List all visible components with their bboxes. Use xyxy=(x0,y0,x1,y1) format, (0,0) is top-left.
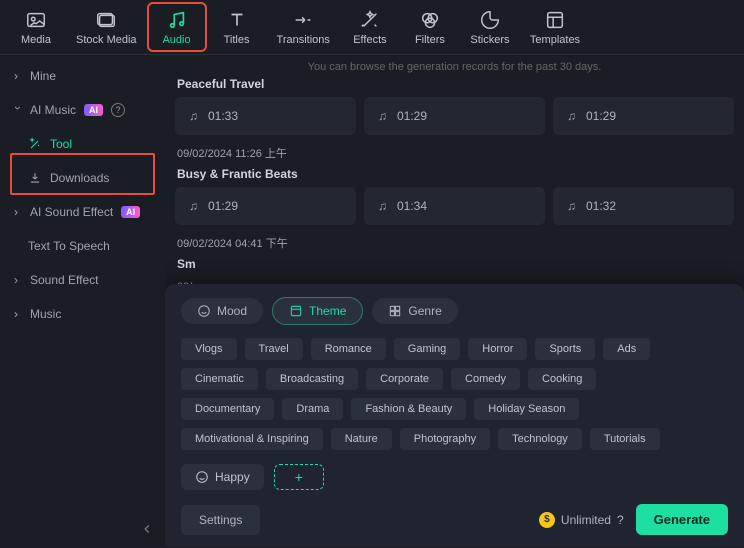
nav-audio[interactable]: Audio xyxy=(149,4,205,50)
chip-ads[interactable]: Ads xyxy=(603,338,650,360)
help-icon[interactable]: ? xyxy=(111,103,125,117)
chip-cinematic[interactable]: Cinematic xyxy=(181,368,258,390)
timestamp: 09/02/2024 11:26 上午 xyxy=(177,145,734,161)
nav-filters[interactable]: Filters xyxy=(402,4,458,50)
sidebar-music[interactable]: Music xyxy=(0,297,165,331)
music-note-icon: ♫ xyxy=(189,199,198,213)
nav-effects[interactable]: Effects xyxy=(342,4,398,50)
genre-icon xyxy=(388,304,402,318)
track-card[interactable]: ♫01:32 xyxy=(553,187,734,225)
track-card[interactable]: ♫01:29 xyxy=(175,187,356,225)
track-row: ♫01:29 ♫01:34 ♫01:32 xyxy=(175,187,734,225)
mood-icon xyxy=(197,304,211,318)
ai-badge-icon: AI xyxy=(121,206,140,218)
content-area: You can browse the generation records fo… xyxy=(165,55,744,547)
chip-corporate[interactable]: Corporate xyxy=(366,368,443,390)
group-title: Busy & Frantic Beats xyxy=(177,167,734,181)
chip-photography[interactable]: Photography xyxy=(400,428,490,450)
transitions-icon xyxy=(291,8,315,32)
music-note-icon: ♫ xyxy=(378,109,387,123)
nav-stickers[interactable]: Stickers xyxy=(462,4,518,50)
effects-icon xyxy=(358,8,382,32)
help-icon[interactable]: ? xyxy=(617,513,624,527)
coin-icon: $ xyxy=(539,512,555,528)
nav-transitions[interactable]: Transitions xyxy=(269,4,338,50)
selected-chip-happy[interactable]: Happy xyxy=(181,464,264,490)
chip-vlogs[interactable]: Vlogs xyxy=(181,338,237,360)
tab-genre[interactable]: Genre xyxy=(372,298,457,324)
chip-drama[interactable]: Drama xyxy=(282,398,343,420)
track-row: ♫01:33 ♫01:29 ♫01:29 xyxy=(175,97,734,135)
stickers-icon xyxy=(478,8,502,32)
sidebar: Mine AI Music AI ? Tool Downloads AI Sou… xyxy=(0,55,165,547)
track-card[interactable]: ♫01:29 xyxy=(364,97,545,135)
chip-tutorials[interactable]: Tutorials xyxy=(590,428,660,450)
chip-documentary[interactable]: Documentary xyxy=(181,398,274,420)
generate-panel: Mood Theme Genre Vlogs Travel Romance Ga… xyxy=(165,284,744,547)
chip-technology[interactable]: Technology xyxy=(498,428,582,450)
chip-grid: Vlogs Travel Romance Gaming Horror Sport… xyxy=(181,338,728,450)
hint-text: You can browse the generation records fo… xyxy=(175,61,734,73)
stock-media-icon xyxy=(94,8,118,32)
theme-icon xyxy=(289,304,303,318)
media-icon xyxy=(24,8,48,32)
templates-icon xyxy=(543,8,567,32)
download-icon xyxy=(28,171,42,185)
sidebar-sound-effect[interactable]: Sound Effect xyxy=(0,263,165,297)
music-note-icon: ♫ xyxy=(378,199,387,213)
selected-row: Happy + xyxy=(181,464,728,490)
music-note-icon: ♫ xyxy=(189,109,198,123)
chip-motivational[interactable]: Motivational & Inspiring xyxy=(181,428,323,450)
top-nav: Media Stock Media Audio Titles Transitio… xyxy=(0,0,744,55)
ai-badge-icon: AI xyxy=(84,104,103,116)
tab-mood[interactable]: Mood xyxy=(181,298,263,324)
unlimited-badge: $ Unlimited ? xyxy=(539,512,624,528)
sidebar-mine[interactable]: Mine xyxy=(0,59,165,93)
panel-tabs: Mood Theme Genre xyxy=(181,298,728,324)
sidebar-text-to-speech[interactable]: Text To Speech xyxy=(0,229,165,263)
group-title-partial: Sm xyxy=(177,257,734,271)
chip-sports[interactable]: Sports xyxy=(535,338,595,360)
nav-titles[interactable]: Titles xyxy=(209,4,265,50)
titles-icon xyxy=(225,8,249,32)
chip-gaming[interactable]: Gaming xyxy=(394,338,461,360)
audio-icon xyxy=(165,8,189,32)
chip-horror[interactable]: Horror xyxy=(468,338,527,360)
smile-icon xyxy=(195,470,209,484)
wand-icon xyxy=(28,137,42,151)
track-card[interactable]: ♫01:34 xyxy=(364,187,545,225)
sidebar-tool[interactable]: Tool xyxy=(0,127,165,161)
track-card[interactable]: ♫01:29 xyxy=(553,97,734,135)
sidebar-ai-sound-effect[interactable]: AI Sound Effect AI xyxy=(0,195,165,229)
chip-comedy[interactable]: Comedy xyxy=(451,368,520,390)
collapse-sidebar-button[interactable] xyxy=(137,519,157,539)
chip-holiday-season[interactable]: Holiday Season xyxy=(474,398,579,420)
nav-media[interactable]: Media xyxy=(8,4,64,50)
sidebar-ai-music[interactable]: AI Music AI ? xyxy=(0,93,165,127)
chip-romance[interactable]: Romance xyxy=(311,338,386,360)
chip-travel[interactable]: Travel xyxy=(245,338,303,360)
chip-fashion-beauty[interactable]: Fashion & Beauty xyxy=(351,398,466,420)
sidebar-downloads[interactable]: Downloads xyxy=(0,161,165,195)
filters-icon xyxy=(418,8,442,32)
nav-stock-media[interactable]: Stock Media xyxy=(68,4,145,50)
chip-broadcasting[interactable]: Broadcasting xyxy=(266,368,358,390)
chip-cooking[interactable]: Cooking xyxy=(528,368,596,390)
nav-templates[interactable]: Templates xyxy=(522,4,588,50)
add-tag-button[interactable]: + xyxy=(274,464,324,490)
settings-button[interactable]: Settings xyxy=(181,505,260,535)
music-note-icon: ♫ xyxy=(567,199,576,213)
tab-theme[interactable]: Theme xyxy=(273,298,362,324)
music-note-icon: ♫ xyxy=(567,109,576,123)
generate-button[interactable]: Generate xyxy=(636,504,728,535)
chip-nature[interactable]: Nature xyxy=(331,428,392,450)
group-title: Peaceful Travel xyxy=(177,77,734,91)
timestamp: 09/02/2024 04:41 下午 xyxy=(177,235,734,251)
track-card[interactable]: ♫01:33 xyxy=(175,97,356,135)
panel-footer: Settings $ Unlimited ? Generate xyxy=(181,504,728,535)
